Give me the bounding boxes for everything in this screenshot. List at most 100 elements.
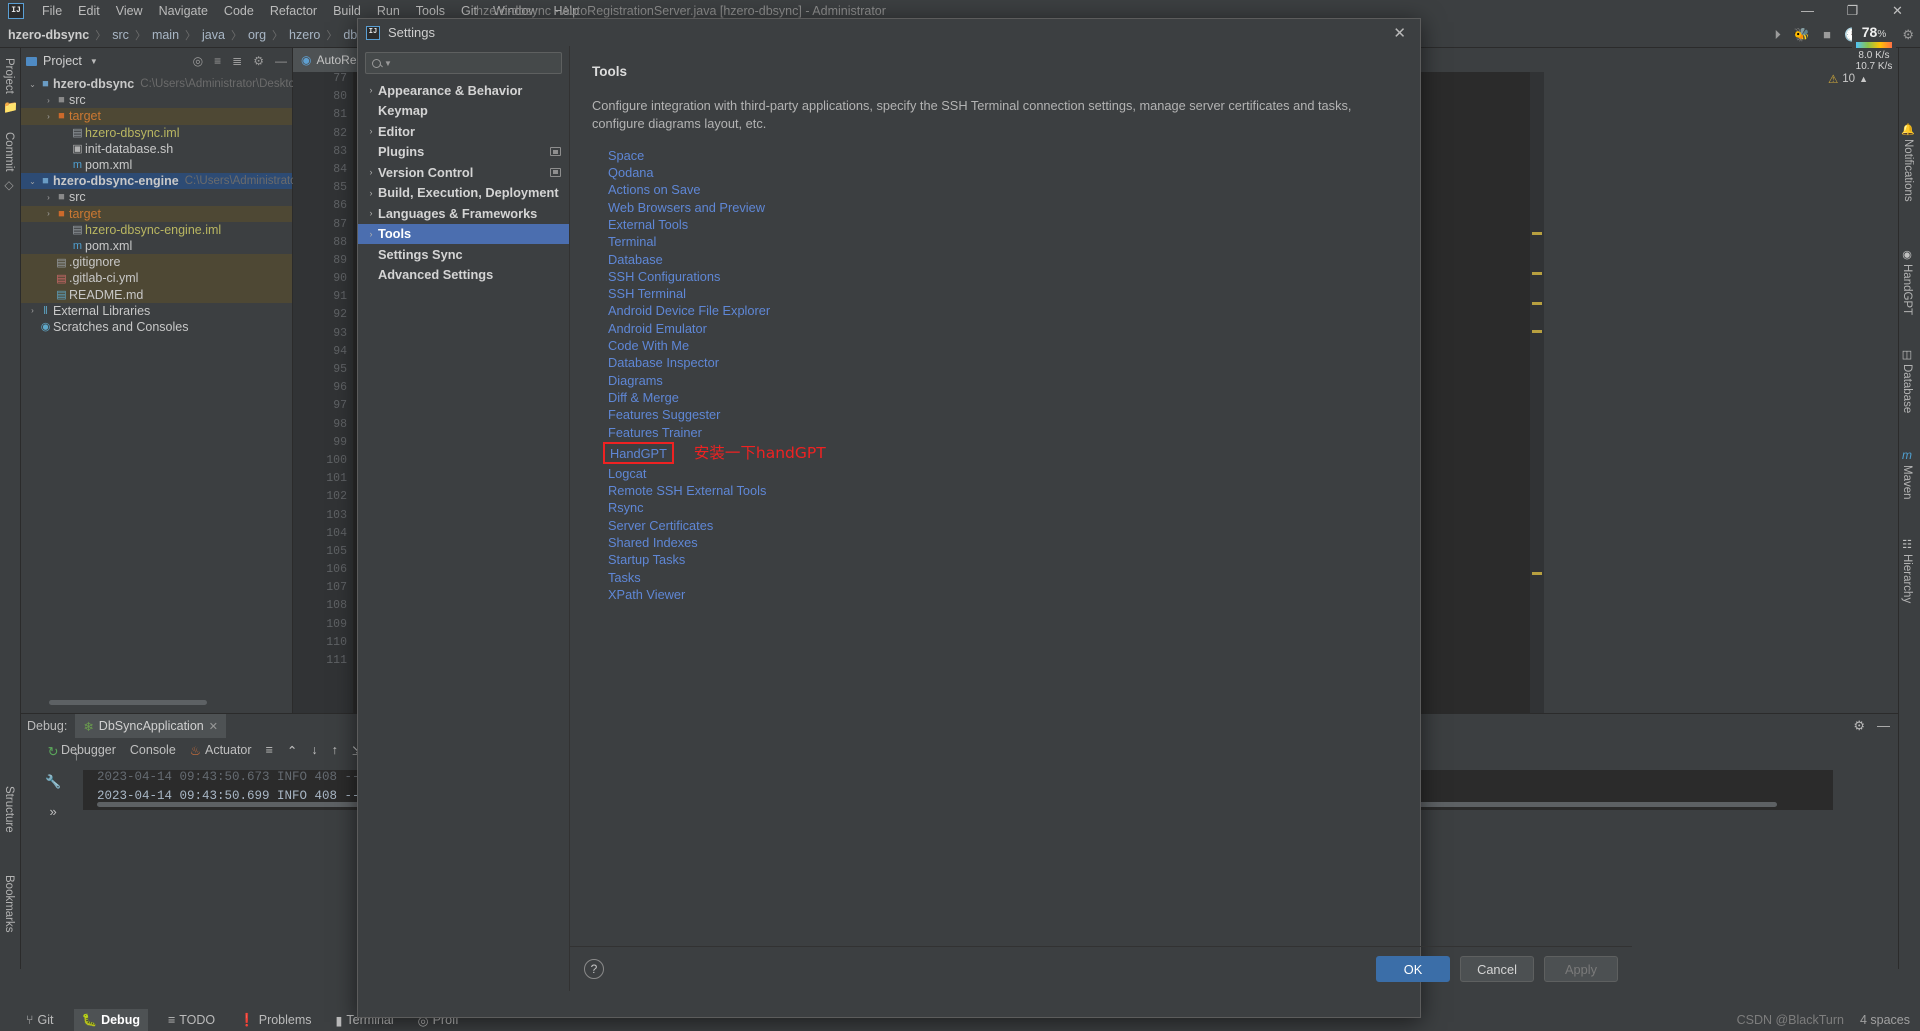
chevron-icon[interactable]: › (43, 112, 54, 121)
chevron-right-icon[interactable]: › (364, 188, 378, 198)
hide-icon[interactable]: — (1877, 718, 1890, 734)
settings-tree-item-languages-frameworks[interactable]: › Languages & Frameworks (358, 203, 569, 224)
close-window-button[interactable]: ✕ (1875, 0, 1920, 22)
tools-link-qodana[interactable]: Qodana (608, 164, 1420, 181)
status-item-problems[interactable]: ❗ Problems (235, 1013, 315, 1028)
project-tree-row[interactable]: ▤ hzero-dbsync-engine.iml (21, 222, 292, 238)
chevron-right-icon[interactable]: › (364, 208, 378, 218)
settings-wrench-icon[interactable]: 🔧 (45, 774, 61, 790)
tools-link-xpath-viewer[interactable]: XPath Viewer (608, 586, 1420, 603)
tools-link-web-browsers-and-preview[interactable]: Web Browsers and Preview (608, 199, 1420, 216)
close-dialog-button[interactable]: ✕ (1379, 24, 1420, 42)
sidebar-item-project[interactable]: Project (3, 52, 15, 100)
project-tree-row[interactable]: › ■ src (21, 189, 292, 205)
sidebar-item-maven[interactable]: m Maven (1901, 448, 1913, 500)
menu-item-edit[interactable]: Edit (70, 2, 108, 20)
project-tree-row[interactable]: ▣ init-database.sh (21, 141, 292, 157)
project-tree-row[interactable]: ▤ .gitlab-ci.yml (21, 270, 292, 287)
settings-icon[interactable]: ⚙ (1902, 27, 1914, 43)
breadcrumb-item-2[interactable]: main (150, 28, 181, 42)
expand-all-icon[interactable]: ≡ (214, 54, 221, 68)
scroll-top-icon[interactable]: ↑ (73, 748, 80, 763)
project-tree-row[interactable]: ▤ README.md (21, 286, 292, 303)
tools-link-diff-merge[interactable]: Diff & Merge (608, 389, 1420, 406)
chevron-icon[interactable]: ⌄ (27, 80, 38, 89)
settings-tree-item-build-execution-deployment[interactable]: › Build, Execution, Deployment (358, 183, 569, 204)
warning-indicator[interactable]: ⚠ 10 ▲ (1828, 72, 1868, 86)
cancel-button[interactable]: Cancel (1460, 956, 1534, 982)
tools-link-terminal[interactable]: Terminal (608, 233, 1420, 250)
breadcrumb-item-0[interactable]: hzero-dbsync (6, 28, 91, 42)
settings-tree-item-advanced-settings[interactable]: Advanced Settings (358, 265, 569, 286)
project-tree-row[interactable]: › ■ target (21, 108, 292, 125)
menu-item-view[interactable]: View (108, 2, 151, 20)
menu-item-code[interactable]: Code (216, 2, 262, 20)
run-icon[interactable]: ⏵ (1774, 27, 1781, 43)
tools-link-rsync[interactable]: Rsync (608, 499, 1420, 516)
settings-tree-item-version-control[interactable]: › Version Control (358, 162, 569, 183)
project-tree-row[interactable]: ▤ hzero-dbsync.iml (21, 125, 292, 141)
soft-wrap-icon[interactable]: ⌃ (287, 743, 297, 758)
tools-link-android-emulator[interactable]: Android Emulator (608, 320, 1420, 337)
sidebar-item-handgpt[interactable]: ◉ HandGPT (1901, 248, 1913, 315)
chevron-right-icon[interactable]: › (364, 85, 378, 95)
rerun-icon[interactable]: ↻ (48, 744, 59, 760)
tools-link-code-with-me[interactable]: Code With Me (608, 337, 1420, 354)
project-tree-row[interactable]: ▤ .gitignore (21, 254, 292, 271)
settings-tree-item-tools[interactable]: › Tools (358, 223, 569, 244)
project-tree-row[interactable]: ⌄ ■ hzero-dbsync-engine C:\Users\Administra… (21, 173, 330, 190)
chevron-icon[interactable]: ⌄ (27, 177, 38, 186)
minimize-button[interactable]: — (1785, 0, 1830, 22)
scroll-down-icon[interactable]: ↓ (311, 743, 317, 757)
tools-link-logcat[interactable]: Logcat (608, 465, 1420, 482)
breadcrumb-item-4[interactable]: org (246, 28, 268, 42)
chevron-icon[interactable]: › (43, 96, 54, 105)
sidebar-item-hierarchy[interactable]: ☷ Hierarchy (1901, 538, 1913, 603)
ok-button[interactable]: OK (1376, 956, 1450, 982)
project-tree-row[interactable]: › ■ src (21, 92, 292, 108)
sidebar-item-commit[interactable]: Commit (3, 126, 15, 178)
sidebar-item-notifications[interactable]: 🔔 Notifications (1901, 123, 1915, 202)
sidebar-item-structure[interactable]: Structure (3, 780, 15, 839)
maximize-button[interactable]: ❐ (1830, 0, 1875, 22)
editor-tab-autoregistrationserver[interactable]: ◉ AutoRe (293, 48, 365, 72)
close-icon[interactable]: ✕ (209, 720, 218, 733)
tools-link-remote-ssh-external-tools[interactable]: Remote SSH External Tools (608, 482, 1420, 499)
settings-tree-item-appearance-behavior[interactable]: › Appearance & Behavior (358, 80, 569, 101)
chevron-right-icon[interactable]: › (364, 167, 378, 177)
breadcrumb-item-5[interactable]: hzero (287, 28, 322, 42)
chevron-right-icon[interactable]: › (364, 229, 378, 239)
settings-tree-item-editor[interactable]: › Editor (358, 121, 569, 142)
chevron-down-icon[interactable]: ▼ (90, 57, 98, 66)
stop-icon[interactable]: ■ (1823, 27, 1831, 42)
apply-button[interactable]: Apply (1544, 956, 1618, 982)
project-tree-row[interactable]: › ■ target (21, 205, 292, 222)
menu-item-navigate[interactable]: Navigate (151, 2, 216, 20)
tools-link-features-suggester[interactable]: Features Suggester (608, 406, 1420, 423)
chevron-up-icon[interactable]: ▲ (1859, 74, 1868, 84)
settings-tree-item-plugins[interactable]: Plugins (358, 142, 569, 163)
gear-icon[interactable]: ⚙ (253, 54, 264, 68)
breadcrumb-item-1[interactable]: src (110, 28, 131, 42)
project-tree-row[interactable]: ⌄ ■ hzero-dbsync C:\Users\Administrator\Des… (21, 76, 323, 92)
locate-icon[interactable]: ◎ (193, 54, 203, 68)
chevron-right-icon[interactable]: › (364, 126, 378, 136)
project-tree-row[interactable]: › ‖ External Libraries (21, 303, 292, 319)
chevron-icon[interactable]: › (43, 193, 54, 202)
tab-debugger[interactable]: Debugger (61, 743, 116, 757)
project-tree-row[interactable]: m pom.xml (21, 238, 292, 254)
status-item-git[interactable]: ⑂ Git (22, 1013, 58, 1027)
settings-tree-item-settings-sync[interactable]: Settings Sync (358, 244, 569, 265)
status-item-todo[interactable]: ≡ TODO (164, 1013, 219, 1027)
tools-link-server-certificates[interactable]: Server Certificates (608, 517, 1420, 534)
tools-link-tasks[interactable]: Tasks (608, 569, 1420, 586)
search-input[interactable]: ▼ (365, 52, 562, 74)
editor-marker-bar[interactable] (1530, 72, 1544, 713)
tools-link-startup-tasks[interactable]: Startup Tasks (608, 551, 1420, 568)
tab-console[interactable]: Console (130, 743, 176, 757)
tools-link-database[interactable]: Database (608, 251, 1420, 268)
tools-link-diagrams[interactable]: Diagrams (608, 372, 1420, 389)
debug-session-tab[interactable]: ❄ DbSyncApplication ✕ (75, 714, 226, 738)
tools-link-database-inspector[interactable]: Database Inspector (608, 354, 1420, 371)
tools-link-ssh-terminal[interactable]: SSH Terminal (608, 285, 1420, 302)
